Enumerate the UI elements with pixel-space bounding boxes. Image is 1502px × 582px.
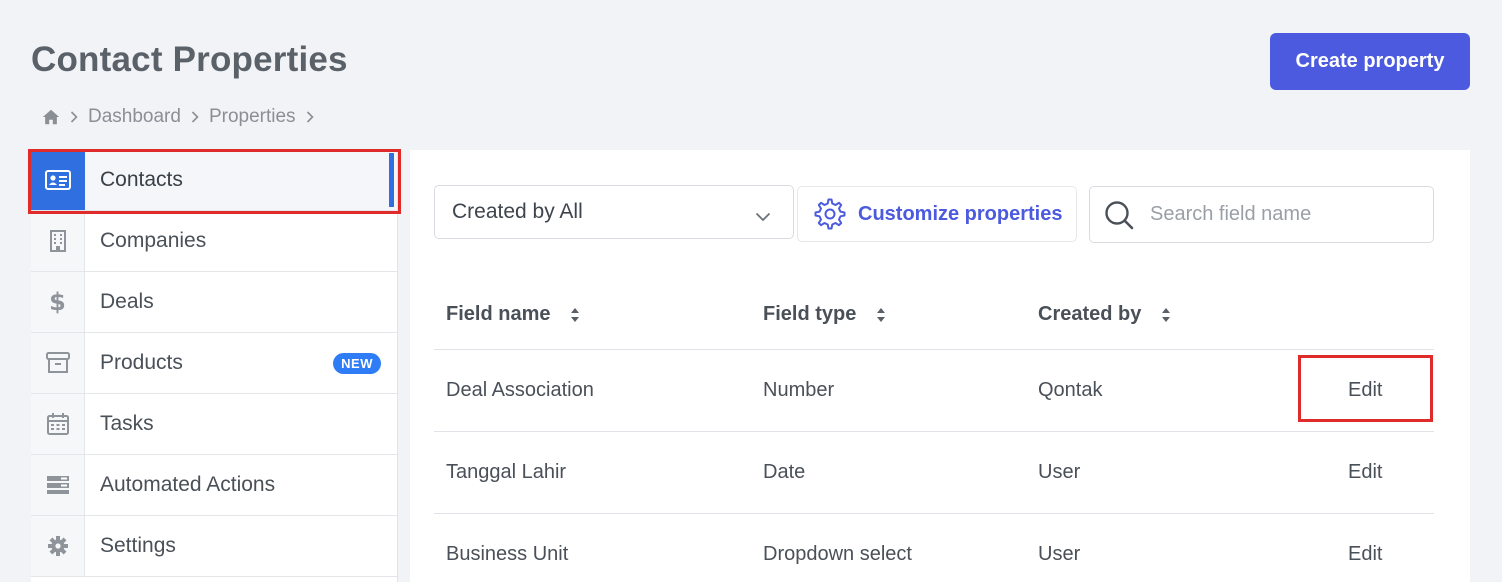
cell-field-name: Deal Association bbox=[446, 379, 594, 401]
properties-table: Field name Field type Created by Deal As… bbox=[434, 280, 1434, 582]
building-icon bbox=[31, 211, 85, 271]
column-label: Field type bbox=[763, 303, 857, 325]
chevron-right-icon bbox=[70, 111, 78, 123]
breadcrumb-item-dashboard[interactable]: Dashboard bbox=[88, 106, 181, 128]
cell-field-type: Number bbox=[763, 379, 835, 401]
chevron-right-icon bbox=[191, 111, 199, 123]
customize-properties-label: Customize properties bbox=[858, 202, 1063, 225]
sort-icon[interactable] bbox=[1161, 307, 1171, 323]
cell-field-name: Business Unit bbox=[446, 543, 569, 565]
breadcrumb-item-properties[interactable]: Properties bbox=[209, 106, 296, 128]
main-panel: Created by All Customize properties Fiel… bbox=[410, 150, 1470, 582]
sidebar-item-contacts[interactable]: Contacts bbox=[31, 150, 397, 211]
cell-created-by: Qontak bbox=[1038, 379, 1103, 401]
dollar-icon: $ bbox=[31, 272, 85, 332]
customize-properties-button[interactable]: Customize properties bbox=[797, 186, 1077, 242]
sort-icon[interactable] bbox=[570, 307, 580, 323]
edit-link[interactable]: Edit bbox=[1348, 379, 1382, 402]
active-indicator bbox=[389, 153, 394, 207]
chevron-right-icon bbox=[306, 111, 314, 123]
column-header-field-name[interactable]: Field name bbox=[446, 303, 580, 326]
sidebar-item-label: Tasks bbox=[100, 412, 154, 435]
sidebar-item-label: Contacts bbox=[100, 168, 183, 191]
page-title: Contact Properties bbox=[31, 40, 348, 79]
calendar-icon bbox=[31, 394, 85, 454]
sidebar-item-tasks[interactable]: Tasks bbox=[31, 394, 397, 455]
sidebar-item-settings[interactable]: Settings bbox=[31, 516, 397, 577]
table-row: Business Unit Dropdown select User Edit bbox=[434, 514, 1434, 582]
sort-icon[interactable] bbox=[876, 307, 886, 323]
table-row: Tanggal Lahir Date User Edit bbox=[434, 432, 1434, 514]
search-field-input[interactable] bbox=[1150, 203, 1410, 226]
column-label: Field name bbox=[446, 303, 551, 325]
search-box[interactable] bbox=[1089, 186, 1434, 243]
sidebar-item-automated-actions[interactable]: Automated Actions bbox=[31, 455, 397, 516]
column-label: Created by bbox=[1038, 303, 1142, 325]
sidebar-item-label: Settings bbox=[100, 534, 176, 557]
created-by-select[interactable]: Created by All bbox=[434, 185, 794, 239]
sidebar-item-label: Deals bbox=[100, 290, 154, 313]
chevron-down-icon bbox=[755, 204, 771, 228]
column-header-field-type[interactable]: Field type bbox=[763, 303, 886, 326]
breadcrumb: Dashboard Properties bbox=[42, 106, 324, 128]
sidebar-item-companies[interactable]: Companies bbox=[31, 211, 397, 272]
sidebar-item-label: Products bbox=[100, 351, 183, 374]
table-header: Field name Field type Created by bbox=[434, 280, 1434, 350]
search-icon bbox=[1104, 200, 1134, 230]
page: Contact Properties Create property Dashb… bbox=[0, 0, 1502, 582]
gear-icon bbox=[31, 516, 85, 576]
cell-field-type: Date bbox=[763, 461, 806, 483]
cell-field-type: Dropdown select bbox=[763, 543, 912, 565]
edit-link[interactable]: Edit bbox=[1348, 461, 1382, 484]
create-property-button[interactable]: Create property bbox=[1270, 33, 1470, 90]
contact-card-icon bbox=[31, 150, 85, 210]
column-header-created-by[interactable]: Created by bbox=[1038, 303, 1171, 326]
server-stack-icon bbox=[31, 455, 85, 515]
sidebar: Contacts Companies $ Deals Products NEW bbox=[31, 150, 398, 582]
sidebar-item-products[interactable]: Products NEW bbox=[31, 333, 397, 394]
sidebar-item-label: Companies bbox=[100, 229, 207, 252]
table-row: Deal Association Number Qontak Edit bbox=[434, 350, 1434, 432]
cell-created-by: User bbox=[1038, 543, 1081, 565]
cell-created-by: User bbox=[1038, 461, 1081, 483]
created-by-value: Created by All bbox=[452, 200, 583, 223]
archive-box-icon bbox=[31, 333, 85, 393]
cell-field-name: Tanggal Lahir bbox=[446, 461, 567, 483]
sidebar-item-label: Automated Actions bbox=[100, 473, 276, 496]
sidebar-item-deals[interactable]: $ Deals bbox=[31, 272, 397, 333]
home-icon[interactable] bbox=[42, 108, 60, 126]
edit-link[interactable]: Edit bbox=[1348, 543, 1382, 566]
new-badge: NEW bbox=[333, 353, 381, 374]
gear-icon bbox=[814, 198, 846, 230]
